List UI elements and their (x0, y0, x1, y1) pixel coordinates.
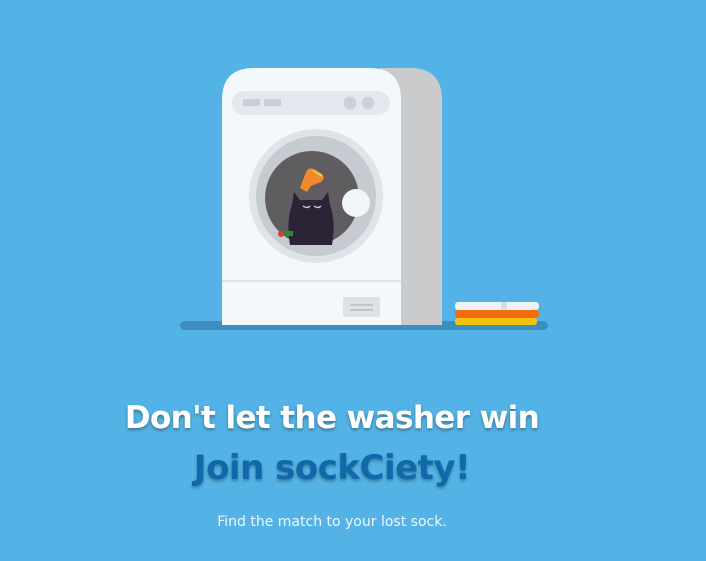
tagline: Find the match to your lost sock. (217, 514, 447, 530)
washing-machine-icon (222, 68, 442, 325)
headline: Don't let the washer win (124, 400, 540, 436)
subheadline: Join sockCiety! (193, 448, 471, 488)
folded-towels-icon (455, 302, 539, 325)
